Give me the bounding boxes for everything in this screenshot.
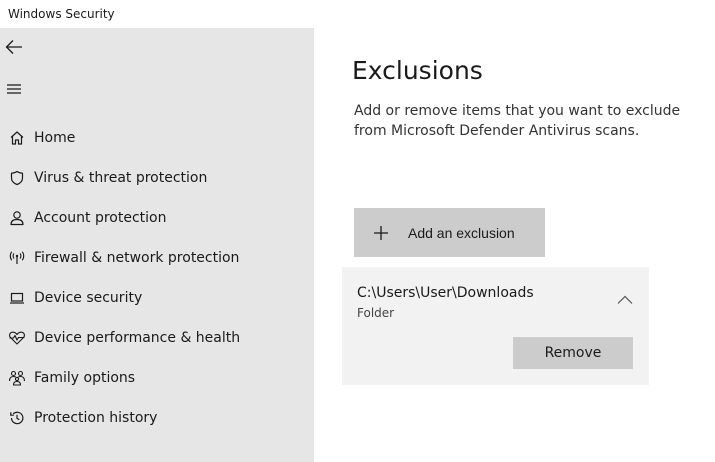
wireless-signal-icon xyxy=(0,250,34,266)
sidebar-item-label: Family options xyxy=(34,370,136,386)
plus-icon xyxy=(354,225,408,241)
sidebar-item-protection-history[interactable]: Protection history xyxy=(0,400,314,436)
sidebar-item-account-protection[interactable]: Account protection xyxy=(0,200,314,236)
sidebar-item-firewall-network-protection[interactable]: Firewall & network protection xyxy=(0,240,314,276)
sidebar-item-family-options[interactable]: Family options xyxy=(0,360,314,396)
sidebar-item-home[interactable]: Home xyxy=(0,120,314,156)
back-button[interactable] xyxy=(0,35,28,63)
sidebar-item-label: Protection history xyxy=(34,410,158,426)
heart-pulse-icon xyxy=(0,330,34,346)
sidebar-item-label: Account protection xyxy=(34,210,167,226)
chevron-up-icon[interactable] xyxy=(615,293,635,307)
sidebar-item-label: Device performance & health xyxy=(34,330,241,346)
sidebar-item-label: Device security xyxy=(34,290,143,306)
page-title: Exclusions xyxy=(352,56,483,85)
title-bar: Windows Security xyxy=(0,0,715,28)
sidebar-item-virus-threat-protection[interactable]: Virus & threat protection xyxy=(0,160,314,196)
sidebar-item-device-security[interactable]: Device security xyxy=(0,280,314,316)
shield-icon xyxy=(0,170,34,186)
back-arrow-icon xyxy=(5,39,23,59)
page-description: Add or remove items that you want to exc… xyxy=(354,103,681,139)
exclusion-item[interactable]: C:\Users\User\Downloads Folder Remove xyxy=(342,267,649,385)
add-exclusion-button[interactable]: Add an exclusion xyxy=(354,208,545,257)
sidebar: Home Virus & threat protection Account p… xyxy=(0,28,314,462)
hamburger-menu-icon xyxy=(6,80,22,99)
laptop-icon xyxy=(0,291,34,305)
person-icon xyxy=(0,210,34,226)
sidebar-item-label: Virus & threat protection xyxy=(34,170,208,186)
sidebar-item-label: Firewall & network protection xyxy=(34,250,240,266)
remove-button[interactable]: Remove xyxy=(513,337,633,369)
exclusion-path: C:\Users\User\Downloads xyxy=(357,285,534,301)
sidebar-item-label: Home xyxy=(34,130,76,146)
history-icon xyxy=(0,410,34,426)
home-icon xyxy=(0,130,34,146)
menu-button[interactable] xyxy=(0,75,28,103)
window-title: Windows Security xyxy=(8,7,115,21)
main-content: Exclusions Add or remove items that you … xyxy=(314,28,715,462)
exclusion-type: Folder xyxy=(357,306,395,320)
sidebar-item-device-performance-health[interactable]: Device performance & health xyxy=(0,320,314,356)
add-exclusion-label: Add an exclusion xyxy=(408,224,515,241)
family-icon xyxy=(0,370,34,386)
windows-security-window: Windows Security Home Virus & threat pro… xyxy=(0,0,715,462)
